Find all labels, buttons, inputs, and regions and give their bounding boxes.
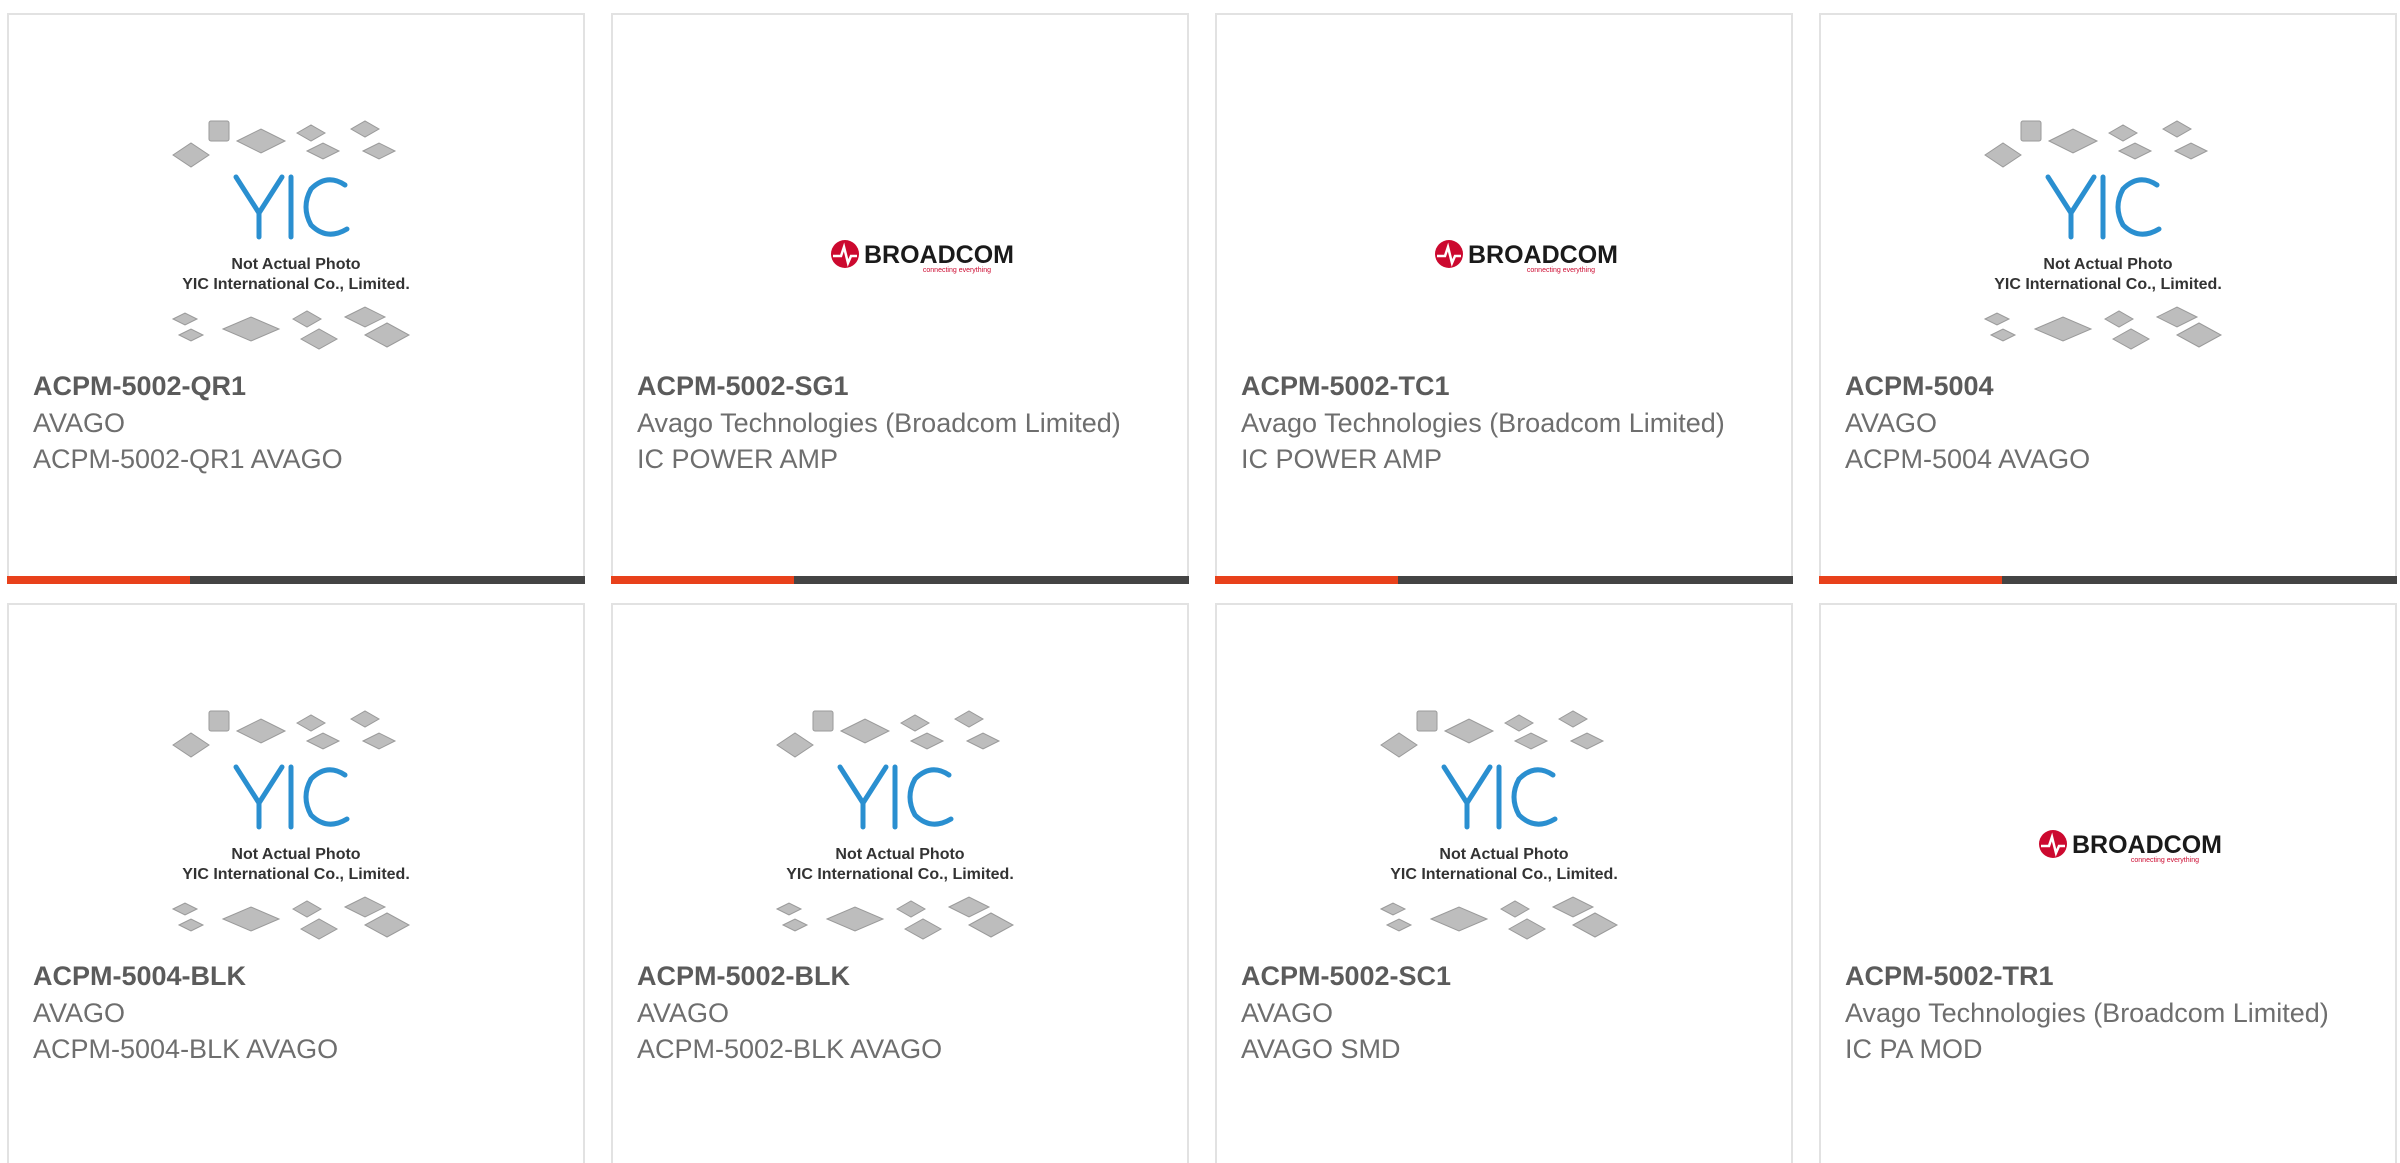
product-thumbnail[interactable]: BROADCOM connecting everything	[1217, 85, 1791, 363]
svg-text:connecting everything: connecting everything	[1527, 267, 1595, 274]
svg-text:YIC International Co., Limited: YIC International Co., Limited.	[182, 276, 410, 293]
product-description: IC PA MOD	[1845, 1034, 1983, 1064]
product-text: ACPM-5002-TR1 Avago Technologies (Broadc…	[1845, 957, 2371, 1067]
manufacturer: Avago Technologies (Broadcom Limited)	[637, 408, 1121, 438]
yic-placeholder-image: Not Actual Photo YIC International Co., …	[1983, 120, 2223, 350]
product-description: AVAGO SMD	[1241, 1034, 1401, 1064]
card-accent-bar	[7, 576, 585, 584]
product-thumbnail[interactable]: Not Actual Photo YIC International Co., …	[1217, 675, 1791, 953]
product-thumbnail[interactable]: Not Actual Photo YIC International Co., …	[1821, 85, 2395, 363]
product-description: ACPM-5004-BLK AVAGO	[33, 1034, 339, 1064]
part-number[interactable]: ACPM-5004-BLK	[33, 957, 559, 995]
product-thumbnail[interactable]: Not Actual Photo YIC International Co., …	[613, 675, 1187, 953]
manufacturer: AVAGO	[637, 998, 730, 1028]
part-number[interactable]: ACPM-5002-QR1	[33, 367, 559, 405]
product-thumbnail[interactable]: BROADCOM connecting everything	[1821, 675, 2395, 953]
product-card[interactable]: BROADCOM connecting everything ACPM-5002…	[1215, 13, 1793, 584]
product-text: ACPM-5002-QR1 AVAGO ACPM-5002-QR1 AVAGO	[33, 367, 559, 477]
svg-text:YIC International Co., Limited: YIC International Co., Limited.	[182, 866, 410, 883]
product-description: IC POWER AMP	[1241, 444, 1443, 474]
yic-placeholder-image: Not Actual Photo YIC International Co., …	[171, 710, 411, 940]
part-number[interactable]: ACPM-5002-TR1	[1845, 957, 2371, 995]
svg-text:Not Actual Photo: Not Actual Photo	[835, 846, 964, 863]
product-card[interactable]: BROADCOM connecting everything ACPM-5002…	[1819, 603, 2397, 1163]
part-number[interactable]: ACPM-5002-SG1	[637, 367, 1163, 405]
part-number[interactable]: ACPM-5002-BLK	[637, 957, 1163, 995]
product-card[interactable]: Not Actual Photo YIC International Co., …	[7, 603, 585, 1163]
product-text: ACPM-5004-BLK AVAGO ACPM-5004-BLK AVAGO	[33, 957, 559, 1067]
product-card[interactable]: Not Actual Photo YIC International Co., …	[611, 603, 1189, 1163]
yic-placeholder-image: Not Actual Photo YIC International Co., …	[1379, 710, 1619, 940]
product-grid: Not Actual Photo YIC International Co., …	[0, 0, 2400, 1163]
product-description: IC POWER AMP	[637, 444, 839, 474]
manufacturer: Avago Technologies (Broadcom Limited)	[1845, 998, 2329, 1028]
manufacturer: AVAGO	[33, 998, 126, 1028]
svg-text:Not Actual Photo: Not Actual Photo	[231, 846, 360, 863]
card-accent-bar	[1215, 576, 1793, 584]
product-card[interactable]: Not Actual Photo YIC International Co., …	[7, 13, 585, 584]
svg-text:BROADCOM: BROADCOM	[2072, 831, 2222, 859]
broadcom-logo: BROADCOM connecting everything	[2039, 830, 2222, 864]
manufacturer: AVAGO	[33, 408, 126, 438]
broadcom-logo: BROADCOM connecting everything	[831, 240, 1014, 274]
product-text: ACPM-5002-SG1 Avago Technologies (Broadc…	[637, 367, 1163, 477]
product-thumbnail[interactable]: BROADCOM connecting everything	[613, 85, 1187, 363]
part-number[interactable]: ACPM-5004	[1845, 367, 2371, 405]
product-card[interactable]: Not Actual Photo YIC International Co., …	[1215, 603, 1793, 1163]
svg-text:Not Actual Photo: Not Actual Photo	[2043, 256, 2172, 273]
svg-text:connecting everything: connecting everything	[2131, 857, 2199, 864]
product-text: ACPM-5002-SC1 AVAGO AVAGO SMD	[1241, 957, 1767, 1067]
svg-text:connecting everything: connecting everything	[923, 267, 991, 274]
svg-text:YIC International Co., Limited: YIC International Co., Limited.	[1994, 276, 2222, 293]
yic-placeholder-image: Not Actual Photo YIC International Co., …	[775, 710, 1015, 940]
svg-text:BROADCOM: BROADCOM	[1468, 241, 1618, 269]
manufacturer: AVAGO	[1845, 408, 1938, 438]
svg-text:Not Actual Photo: Not Actual Photo	[1439, 846, 1568, 863]
card-accent-bar	[1819, 576, 2397, 584]
product-thumbnail[interactable]: Not Actual Photo YIC International Co., …	[9, 85, 583, 363]
svg-text:YIC International Co., Limited: YIC International Co., Limited.	[1390, 866, 1618, 883]
product-card[interactable]: BROADCOM connecting everything ACPM-5002…	[611, 13, 1189, 584]
svg-text:Not Actual Photo: Not Actual Photo	[231, 256, 360, 273]
card-accent-bar	[611, 576, 1189, 584]
product-thumbnail[interactable]: Not Actual Photo YIC International Co., …	[9, 675, 583, 953]
product-card[interactable]: Not Actual Photo YIC International Co., …	[1819, 13, 2397, 584]
svg-text:BROADCOM: BROADCOM	[864, 241, 1014, 269]
product-text: ACPM-5002-BLK AVAGO ACPM-5002-BLK AVAGO	[637, 957, 1163, 1067]
product-text: ACPM-5004 AVAGO ACPM-5004 AVAGO	[1845, 367, 2371, 477]
broadcom-logo: BROADCOM connecting everything	[1435, 240, 1618, 274]
svg-text:YIC International Co., Limited: YIC International Co., Limited.	[786, 866, 1014, 883]
product-description: ACPM-5004 AVAGO	[1845, 444, 2091, 474]
product-description: ACPM-5002-QR1 AVAGO	[33, 444, 343, 474]
product-text: ACPM-5002-TC1 Avago Technologies (Broadc…	[1241, 367, 1767, 477]
yic-placeholder-image: Not Actual Photo YIC International Co., …	[171, 120, 411, 350]
part-number[interactable]: ACPM-5002-TC1	[1241, 367, 1767, 405]
manufacturer: Avago Technologies (Broadcom Limited)	[1241, 408, 1725, 438]
product-description: ACPM-5002-BLK AVAGO	[637, 1034, 943, 1064]
manufacturer: AVAGO	[1241, 998, 1334, 1028]
part-number[interactable]: ACPM-5002-SC1	[1241, 957, 1767, 995]
